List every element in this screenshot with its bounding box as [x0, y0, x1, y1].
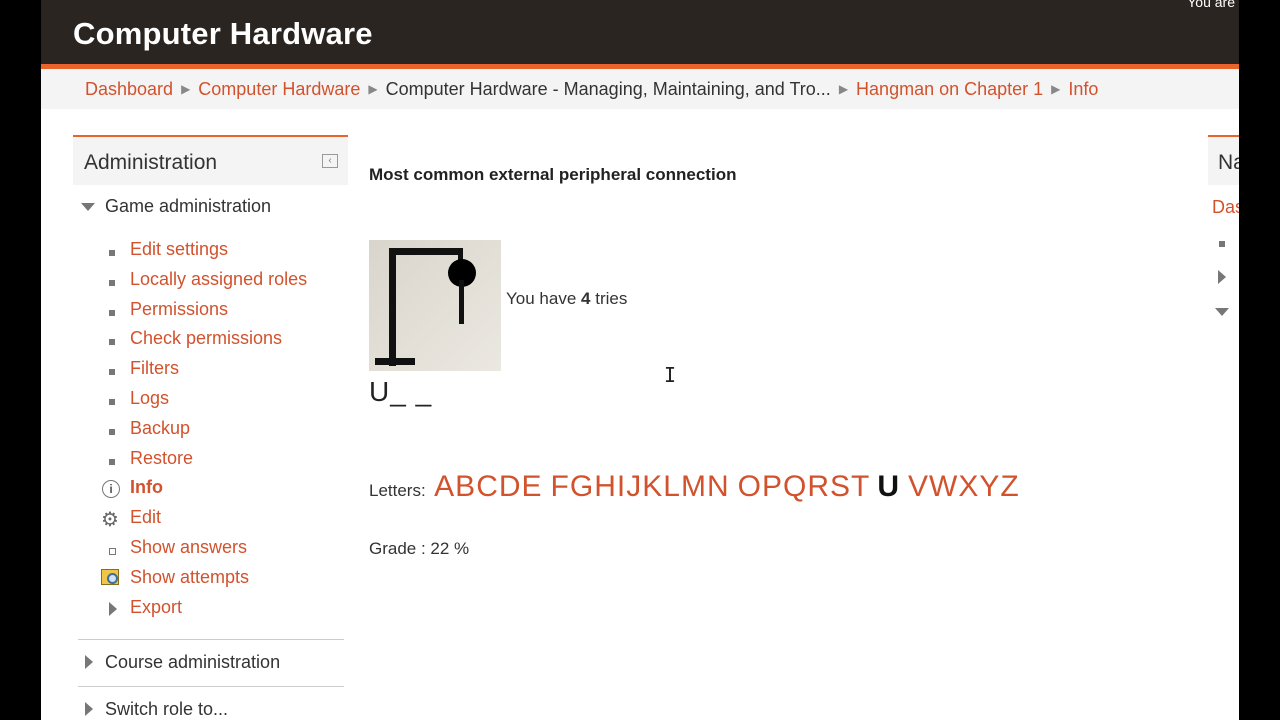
letter-f[interactable]: F — [551, 470, 569, 503]
letter-b[interactable]: B — [455, 470, 475, 503]
breadcrumb-item[interactable]: Dashboard — [85, 79, 173, 99]
letters-label: Letters: — [369, 481, 426, 500]
admin-item-export[interactable]: Export — [130, 597, 182, 618]
breadcrumb-separator-icon: ▶ — [838, 82, 849, 96]
letter-g[interactable]: G — [570, 470, 593, 503]
admin-item-backup[interactable]: Backup — [130, 418, 190, 439]
chevron-right-icon[interactable] — [1218, 270, 1226, 284]
letter-i[interactable]: I — [617, 470, 625, 503]
square-bullet-icon — [109, 369, 115, 375]
divider — [78, 686, 344, 687]
administration-title: Administration — [84, 151, 218, 174]
site-title[interactable]: Computer Hardware — [73, 16, 373, 52]
hidden-word: U_ _ — [369, 376, 433, 407]
square-bullet-icon — [109, 310, 115, 316]
square-bullet-icon — [109, 339, 115, 345]
expand-down-icon[interactable] — [81, 203, 95, 211]
letter-h[interactable]: H — [594, 470, 616, 503]
letter-n[interactable]: N — [707, 470, 729, 503]
tries-suffix: tries — [595, 289, 628, 308]
breadcrumb-list: Dashboard ▶ Computer Hardware ▶ Computer Har… — [85, 69, 1098, 111]
divider — [78, 639, 344, 640]
letters-row: Letters: ABCDE FGHIJKLMN OPQRST U VWXYZ — [369, 470, 1020, 504]
admin-item-locally-assigned-roles[interactable]: Locally assigned roles — [130, 269, 307, 290]
letter-z[interactable]: Z — [1000, 470, 1018, 503]
text-cursor-icon: I — [664, 363, 677, 387]
question-text: Most common external peripheral connecti… — [369, 165, 737, 184]
course-administration-node[interactable]: Course administration — [105, 652, 280, 673]
navigation-block: Na Das — [1208, 135, 1239, 217]
admin-item-permissions[interactable]: Permissions — [130, 299, 228, 320]
tries-count: 4 — [581, 289, 591, 308]
breadcrumb: Dashboard ▶ Computer Hardware ▶ Computer Har… — [41, 69, 1239, 109]
square-bullet-icon — [109, 280, 115, 286]
letter-y[interactable]: Y — [979, 470, 999, 503]
dock-block-icon[interactable]: ‹ — [322, 154, 338, 168]
breadcrumb-separator-icon: ▶ — [1051, 82, 1061, 96]
square-bullet-icon — [109, 459, 115, 465]
letter-e[interactable]: E — [522, 470, 542, 503]
admin-item-show-attempts[interactable]: Show attempts — [130, 567, 249, 588]
switch-role-node[interactable]: Switch role to... — [105, 699, 228, 720]
letter-v[interactable]: V — [908, 470, 928, 503]
admin-item-logs[interactable]: Logs — [130, 388, 169, 409]
admin-item-edit-settings[interactable]: Edit settings — [130, 239, 228, 260]
letter-o[interactable]: O — [738, 470, 761, 503]
admin-item-info[interactable]: Info — [130, 477, 163, 498]
site-header: Computer Hardware You are — [41, 0, 1239, 64]
info-icon: i — [102, 480, 120, 498]
expand-down-icon[interactable] — [1215, 308, 1229, 316]
chevron-right-icon[interactable] — [85, 702, 93, 716]
breadcrumb-item: Computer Hardware - Managing, Maintainin… — [385, 79, 831, 99]
letters-list: ABCDE FGHIJKLMN OPQRST U VWXYZ — [430, 470, 1020, 503]
letter-t[interactable]: T — [851, 470, 869, 503]
admin-item-restore[interactable]: Restore — [130, 448, 193, 469]
breadcrumb-item[interactable]: Hangman on Chapter 1 — [856, 79, 1043, 99]
show-attempts-icon — [101, 569, 119, 585]
navigation-title: Na — [1218, 151, 1239, 174]
letter-s[interactable]: S — [830, 470, 850, 503]
letter-j[interactable]: J — [626, 470, 641, 503]
administration-block: Administration ‹ — [73, 135, 348, 185]
nav-bullet — [1219, 241, 1225, 247]
letter-l[interactable]: L — [663, 470, 680, 503]
login-info: You are — [1187, 0, 1235, 10]
letter-x[interactable]: X — [958, 470, 978, 503]
square-outline-bullet-icon — [109, 548, 116, 555]
square-bullet-icon — [109, 399, 115, 405]
tries-text: You have 4 tries — [506, 289, 627, 309]
navigation-header: Na — [1208, 135, 1239, 185]
breadcrumb-item[interactable]: Computer Hardware — [198, 79, 360, 99]
letter-q[interactable]: Q — [783, 470, 806, 503]
chevron-right-icon — [109, 602, 117, 616]
letter-d[interactable]: D — [499, 470, 521, 503]
breadcrumb-item[interactable]: Info — [1068, 79, 1098, 99]
admin-item-edit[interactable]: Edit — [130, 507, 161, 528]
letter-k[interactable]: K — [642, 470, 662, 503]
grade-text: Grade : 22 % — [369, 539, 470, 558]
admin-item-show-answers[interactable]: Show answers — [130, 537, 247, 558]
gear-icon: ⚙ — [101, 509, 119, 531]
navigation-dashboard-link[interactable]: Das — [1212, 197, 1239, 218]
hangman-image — [369, 240, 501, 371]
page: Computer Hardware You are Dashboard ▶ Comp… — [41, 0, 1239, 720]
letter-m[interactable]: M — [681, 470, 706, 503]
administration-header: Administration ‹ — [73, 135, 348, 185]
chevron-right-icon[interactable] — [85, 655, 93, 669]
letter-u: U — [877, 470, 899, 503]
square-bullet-icon — [109, 429, 115, 435]
letter-a[interactable]: A — [434, 470, 454, 503]
admin-item-filters[interactable]: Filters — [130, 358, 179, 379]
breadcrumb-separator-icon: ▶ — [181, 82, 191, 96]
letter-p[interactable]: P — [762, 470, 782, 503]
letter-c[interactable]: C — [476, 470, 498, 503]
admin-item-check-permissions[interactable]: Check permissions — [130, 328, 282, 349]
breadcrumb-separator-icon: ▶ — [368, 82, 378, 96]
tries-prefix: You have — [506, 289, 577, 308]
letter-r[interactable]: R — [807, 470, 829, 503]
letter-w[interactable]: W — [929, 470, 957, 503]
game-administration-node[interactable]: Game administration — [105, 196, 271, 217]
square-bullet-icon — [109, 250, 115, 256]
hangman-drawing — [375, 248, 476, 366]
